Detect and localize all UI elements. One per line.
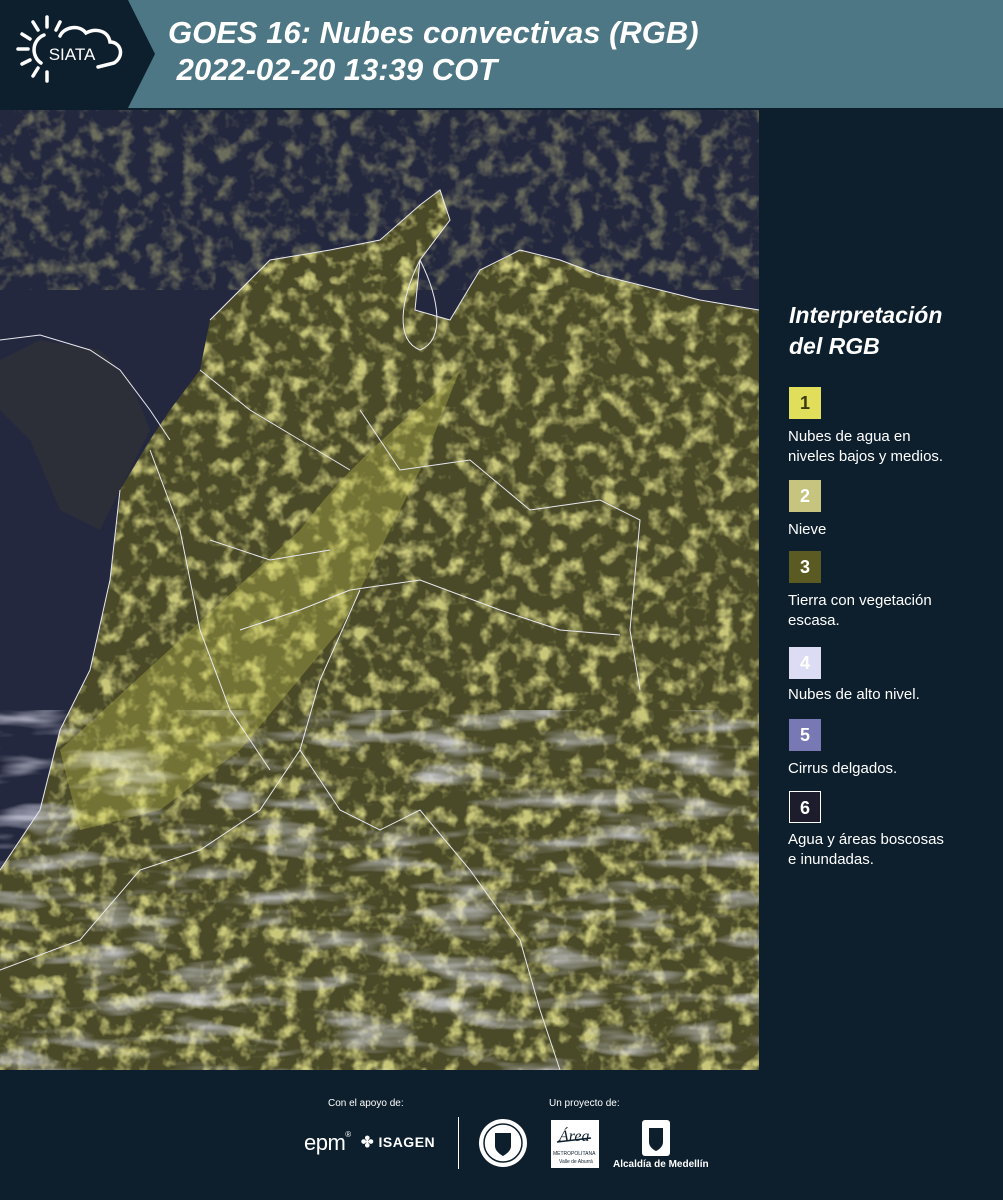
- legend-title-line-2: del RGB: [789, 333, 880, 359]
- support-label: Con el apoyo de:: [328, 1098, 404, 1109]
- alcaldia-logo[interactable]: Alcaldía de Medellín: [613, 1159, 709, 1170]
- footer-divider: [458, 1117, 459, 1169]
- legend-swatch-4: 4: [789, 647, 821, 679]
- project-label: Un proyecto de:: [549, 1098, 620, 1109]
- legend-text-5-line-1: Cirrus delgados.: [788, 760, 898, 777]
- header-bar: SIATA GOES 16: Nubes convectivas (RGB) 2…: [0, 0, 1003, 108]
- legend-text-3-line-1: Tierra con vegetación: [788, 592, 932, 609]
- isagen-logo[interactable]: ✤ ISAGEN: [361, 1133, 435, 1151]
- legend-swatch-2: 2: [789, 480, 821, 512]
- legend-title-line-1: Interpretación: [789, 302, 943, 328]
- legend-title: Interpretación del RGB: [789, 300, 942, 362]
- legend-text-1-line-2: niveles bajos y medios.: [788, 448, 944, 465]
- valle-text: Valle de Aburrá: [559, 1159, 593, 1165]
- title-line-2: 2022-02-20 13:39 COT: [168, 52, 498, 87]
- legend-swatch-1: 1: [789, 387, 821, 419]
- title-line-1: GOES 16: Nubes convectivas (RGB): [168, 15, 699, 50]
- area-logo-text: Área: [559, 1128, 590, 1145]
- page-title: GOES 16: Nubes convectivas (RGB) 2022-02…: [168, 14, 699, 88]
- legend-text-2-line-1: Nieve: [788, 521, 827, 538]
- epm-logo-text: epm: [304, 1130, 346, 1155]
- siata-logo[interactable]: SIATA: [0, 0, 155, 108]
- medellin-seal-icon[interactable]: [478, 1118, 528, 1168]
- alcaldia-crest-icon: [640, 1118, 672, 1158]
- legend-text-1-line-1: Nubes de agua en: [788, 428, 911, 445]
- legend-text-6-line-2: e inundadas.: [788, 851, 874, 868]
- legend-swatch-3: 3: [789, 551, 821, 583]
- epm-logo[interactable]: epm®: [304, 1130, 351, 1156]
- area-metropolitana-logo[interactable]: Área METROPOLITANA Valle de Aburrá: [551, 1120, 599, 1168]
- legend-text-4-line-1: Nubes de alto nivel.: [788, 686, 920, 703]
- legend-swatch-5: 5: [789, 719, 821, 751]
- footer-bar: Con el apoyo de: Un proyecto de: epm® ✤ …: [0, 1071, 1003, 1200]
- svg-text:SIATA: SIATA: [49, 45, 96, 64]
- metropolitana-text: METROPOLITANA: [553, 1151, 596, 1157]
- legend-panel: Interpretación del RGB 1 Nubes de agua en…: [760, 110, 1003, 1070]
- legend-text-3-line-2: escasa.: [788, 612, 840, 629]
- legend-swatch-6: 6: [789, 791, 821, 823]
- satellite-map[interactable]: [0, 110, 759, 1070]
- isagen-logo-text: ISAGEN: [378, 1134, 436, 1150]
- legend-text-6-line-1: Agua y áreas boscosas: [788, 831, 944, 848]
